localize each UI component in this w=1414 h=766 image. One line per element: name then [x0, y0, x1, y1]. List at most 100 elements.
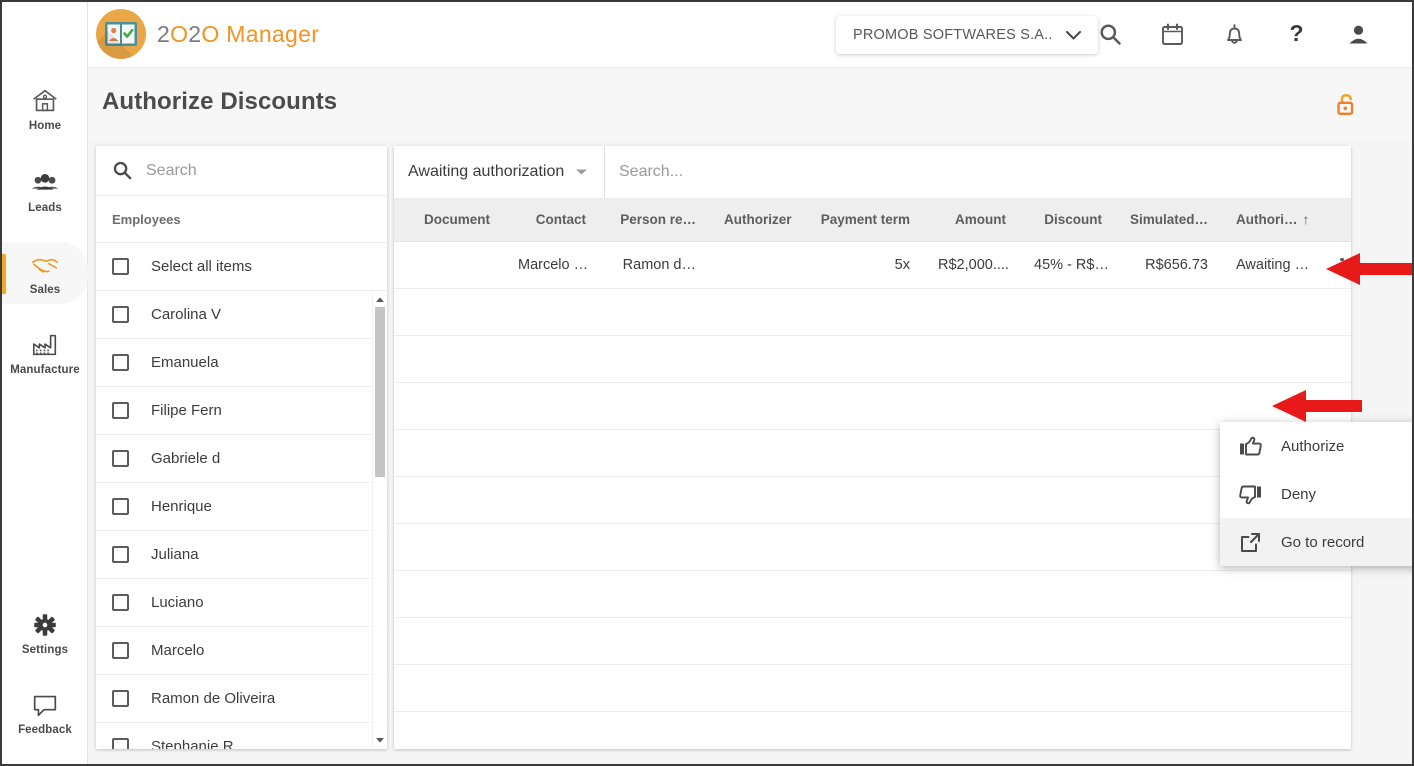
- caret-down-icon[interactable]: [375, 735, 385, 745]
- column-header-contact[interactable]: Contact: [504, 199, 600, 242]
- sidebar-item-manufacture[interactable]: Manufacture: [2, 322, 88, 384]
- chevron-down-icon: [576, 169, 587, 175]
- list-item[interactable]: Stephanie R: [96, 723, 387, 749]
- scrollbar-thumb[interactable]: [375, 307, 385, 477]
- employee-checkbox[interactable]: [112, 738, 129, 749]
- employees-list[interactable]: Carolina V Emanuela Filipe Fern Gabriele…: [96, 291, 387, 749]
- table-search[interactable]: [605, 146, 1351, 198]
- sidebar-item-feedback[interactable]: Feedback: [2, 682, 88, 744]
- discounts-table-panel: Awaiting authorization Search... Documen…: [394, 146, 1351, 749]
- topbar-actions: ?: [1093, 14, 1375, 54]
- employees-scrollbar[interactable]: [372, 291, 386, 749]
- column-header-document[interactable]: Document: [394, 199, 504, 242]
- account-button[interactable]: [1341, 14, 1375, 54]
- empty-row: [394, 523, 1351, 571]
- select-all-row[interactable]: Select all items: [96, 243, 387, 291]
- list-item[interactable]: Marcelo: [96, 627, 387, 675]
- sidebar-item-settings[interactable]: Settings: [2, 602, 88, 664]
- employees-search[interactable]: [96, 146, 387, 196]
- table-row: [394, 382, 1351, 430]
- page-title: Authorize Discounts: [102, 88, 338, 115]
- sidebar-item-home[interactable]: Home: [2, 78, 88, 140]
- table-row: [394, 335, 1351, 383]
- empty-row: [394, 617, 1351, 665]
- select-all-label: Select all items: [151, 258, 252, 275]
- unlock-padlock-button[interactable]: [1332, 90, 1362, 120]
- handshake-icon: [32, 258, 58, 273]
- column-header-amount[interactable]: Amount: [924, 199, 1020, 242]
- employee-checkbox[interactable]: [112, 498, 129, 515]
- column-header-simulated[interactable]: Simulated…: [1116, 199, 1222, 242]
- employee-name: Henrique: [151, 498, 212, 515]
- menu-item-label: Deny: [1281, 485, 1317, 503]
- kebab-menu-icon[interactable]: [1332, 252, 1351, 281]
- employee-checkbox[interactable]: [112, 690, 129, 707]
- list-item[interactable]: Gabriele d: [96, 435, 387, 483]
- sidebar-item-sales[interactable]: Sales: [2, 242, 88, 304]
- notifications-button[interactable]: [1217, 14, 1251, 54]
- employee-checkbox[interactable]: [112, 546, 129, 563]
- column-header-authorization[interactable]: Authori… ↑: [1222, 199, 1318, 242]
- table-search-input[interactable]: [619, 163, 1337, 181]
- column-header-authorizer[interactable]: Authorizer: [710, 199, 802, 242]
- caret-up-icon[interactable]: [375, 295, 385, 305]
- app-window: Home Leads Sales Manufacture Settings Fe…: [0, 0, 1414, 766]
- cell-discount: 45% - R$…: [1020, 241, 1116, 289]
- list-item[interactable]: Juliana: [96, 531, 387, 579]
- sidebar-item-label: Home: [28, 119, 62, 132]
- menu-item-go-to-record[interactable]: Go to record: [1220, 518, 1412, 566]
- employee-checkbox[interactable]: [112, 402, 129, 419]
- speech-bubble-icon: [33, 695, 57, 716]
- column-header-person-responsible[interactable]: Person re…: [600, 199, 710, 242]
- table-row[interactable]: Marcelo … Ramon d… 5x R$2,000.... 45% - …: [394, 241, 1351, 289]
- cell-amount: R$2,000....: [924, 241, 1020, 289]
- list-item[interactable]: Filipe Fern: [96, 387, 387, 435]
- select-all-checkbox[interactable]: [112, 258, 129, 275]
- cell-authorization: Awaiting …: [1222, 241, 1318, 289]
- list-item[interactable]: Luciano: [96, 579, 387, 627]
- table-row: [394, 476, 1351, 524]
- bell-icon: [1226, 23, 1242, 44]
- app-logo[interactable]: 2O2O Manager: [96, 9, 319, 59]
- list-item[interactable]: Henrique: [96, 483, 387, 531]
- svg-text:?: ?: [1289, 22, 1303, 46]
- empty-row: [394, 664, 1351, 712]
- empty-row: [394, 335, 1351, 383]
- menu-item-label: Authorize: [1281, 437, 1345, 455]
- menu-item-authorize[interactable]: Authorize: [1220, 422, 1412, 470]
- status-filter-select[interactable]: Awaiting authorization: [394, 146, 605, 198]
- list-item[interactable]: Emanuela: [96, 339, 387, 387]
- empty-row: [394, 429, 1351, 477]
- help-button[interactable]: ?: [1279, 14, 1313, 54]
- column-header-payment-term[interactable]: Payment term: [802, 199, 924, 242]
- search-input[interactable]: [146, 161, 361, 180]
- sidebar-item-label: Settings: [21, 643, 69, 656]
- employee-checkbox[interactable]: [112, 354, 129, 371]
- table-row: [394, 617, 1351, 665]
- calendar-icon: [1161, 22, 1183, 45]
- company-name: PROMOB SOFTWARES S.A..: [853, 27, 1053, 43]
- company-selector[interactable]: PROMOB SOFTWARES S.A..: [836, 16, 1098, 54]
- list-item[interactable]: Ramon de Oliveira: [96, 675, 387, 723]
- employee-checkbox[interactable]: [112, 594, 129, 611]
- column-header-discount[interactable]: Discount: [1020, 199, 1116, 242]
- table-row: [394, 664, 1351, 712]
- empty-row: [394, 476, 1351, 524]
- calendar-button[interactable]: [1155, 14, 1189, 54]
- employee-checkbox[interactable]: [112, 306, 129, 323]
- employee-name: Luciano: [151, 594, 204, 611]
- search-button[interactable]: [1093, 14, 1127, 54]
- list-item[interactable]: Carolina V: [96, 291, 387, 339]
- empty-row: [394, 711, 1351, 749]
- top-bar: 2O2O Manager PROMOB SOFTWARES S.A.. ?: [88, 2, 1412, 68]
- gear-icon: [34, 613, 56, 636]
- menu-item-deny[interactable]: Deny: [1220, 470, 1412, 518]
- employees-panel: Employees Select all items Carolina V Em…: [96, 146, 387, 749]
- cell-document: [394, 241, 504, 289]
- app-title: 2O2O Manager: [157, 20, 320, 47]
- employee-name: Emanuela: [151, 354, 219, 371]
- user-avatar-icon: [1349, 25, 1367, 43]
- employee-checkbox[interactable]: [112, 642, 129, 659]
- employee-checkbox[interactable]: [112, 450, 129, 467]
- sidebar-item-leads[interactable]: Leads: [2, 160, 88, 222]
